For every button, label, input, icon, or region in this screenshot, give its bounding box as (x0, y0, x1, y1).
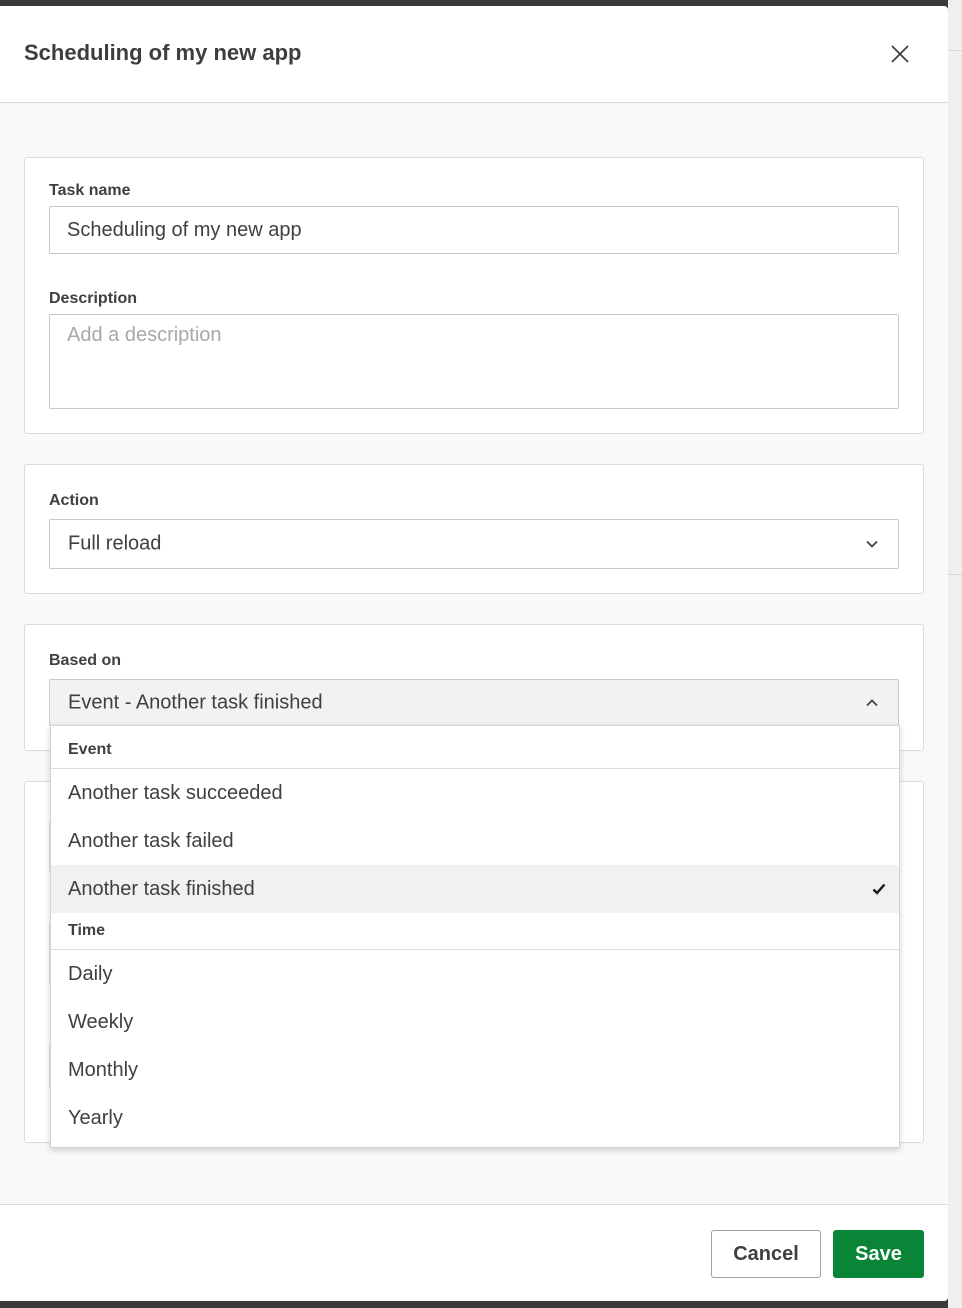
dialog-header: Scheduling of my new app (0, 6, 948, 103)
description-label: Description (49, 290, 138, 307)
chevron-up-icon (866, 698, 878, 706)
task-name-label: Task name (49, 182, 131, 199)
based-on-dropdown: Event Another task succeeded Another tas… (50, 725, 900, 1148)
close-button[interactable] (884, 38, 916, 70)
background-page (948, 0, 962, 1308)
option-label: Another task finished (68, 878, 255, 900)
background-divider (948, 50, 962, 51)
based-on-selected-value: Event - Another task finished (68, 691, 323, 713)
check-icon (872, 883, 886, 895)
description-textarea[interactable] (49, 314, 899, 409)
close-icon (891, 45, 909, 63)
cancel-button[interactable]: Cancel (711, 1230, 821, 1278)
option-another-task-succeeded[interactable]: Another task succeeded (51, 769, 899, 817)
based-on-select[interactable]: Event - Another task finished (49, 679, 899, 726)
option-daily[interactable]: Daily (51, 950, 899, 998)
group-header-event: Event (51, 726, 899, 769)
background-divider (948, 574, 962, 575)
action-select[interactable]: Full reload (49, 519, 899, 569)
chevron-down-icon (866, 540, 878, 548)
task-details-card: Task name Description (24, 157, 924, 434)
option-another-task-failed[interactable]: Another task failed (51, 817, 899, 865)
dialog-title: Scheduling of my new app (24, 40, 302, 65)
option-yearly[interactable]: Yearly (51, 1094, 899, 1142)
action-card: Action Full reload (24, 464, 924, 594)
action-selected-value: Full reload (68, 532, 162, 555)
based-on-label: Based on (49, 652, 122, 669)
option-weekly[interactable]: Weekly (51, 998, 899, 1046)
action-label: Action (49, 492, 99, 509)
option-another-task-finished[interactable]: Another task finished (51, 865, 899, 913)
option-monthly[interactable]: Monthly (51, 1046, 899, 1094)
task-name-input[interactable] (49, 206, 899, 254)
save-button[interactable]: Save (833, 1230, 924, 1278)
dialog-footer: Cancel Save (0, 1204, 948, 1301)
group-header-time: Time (51, 913, 899, 950)
